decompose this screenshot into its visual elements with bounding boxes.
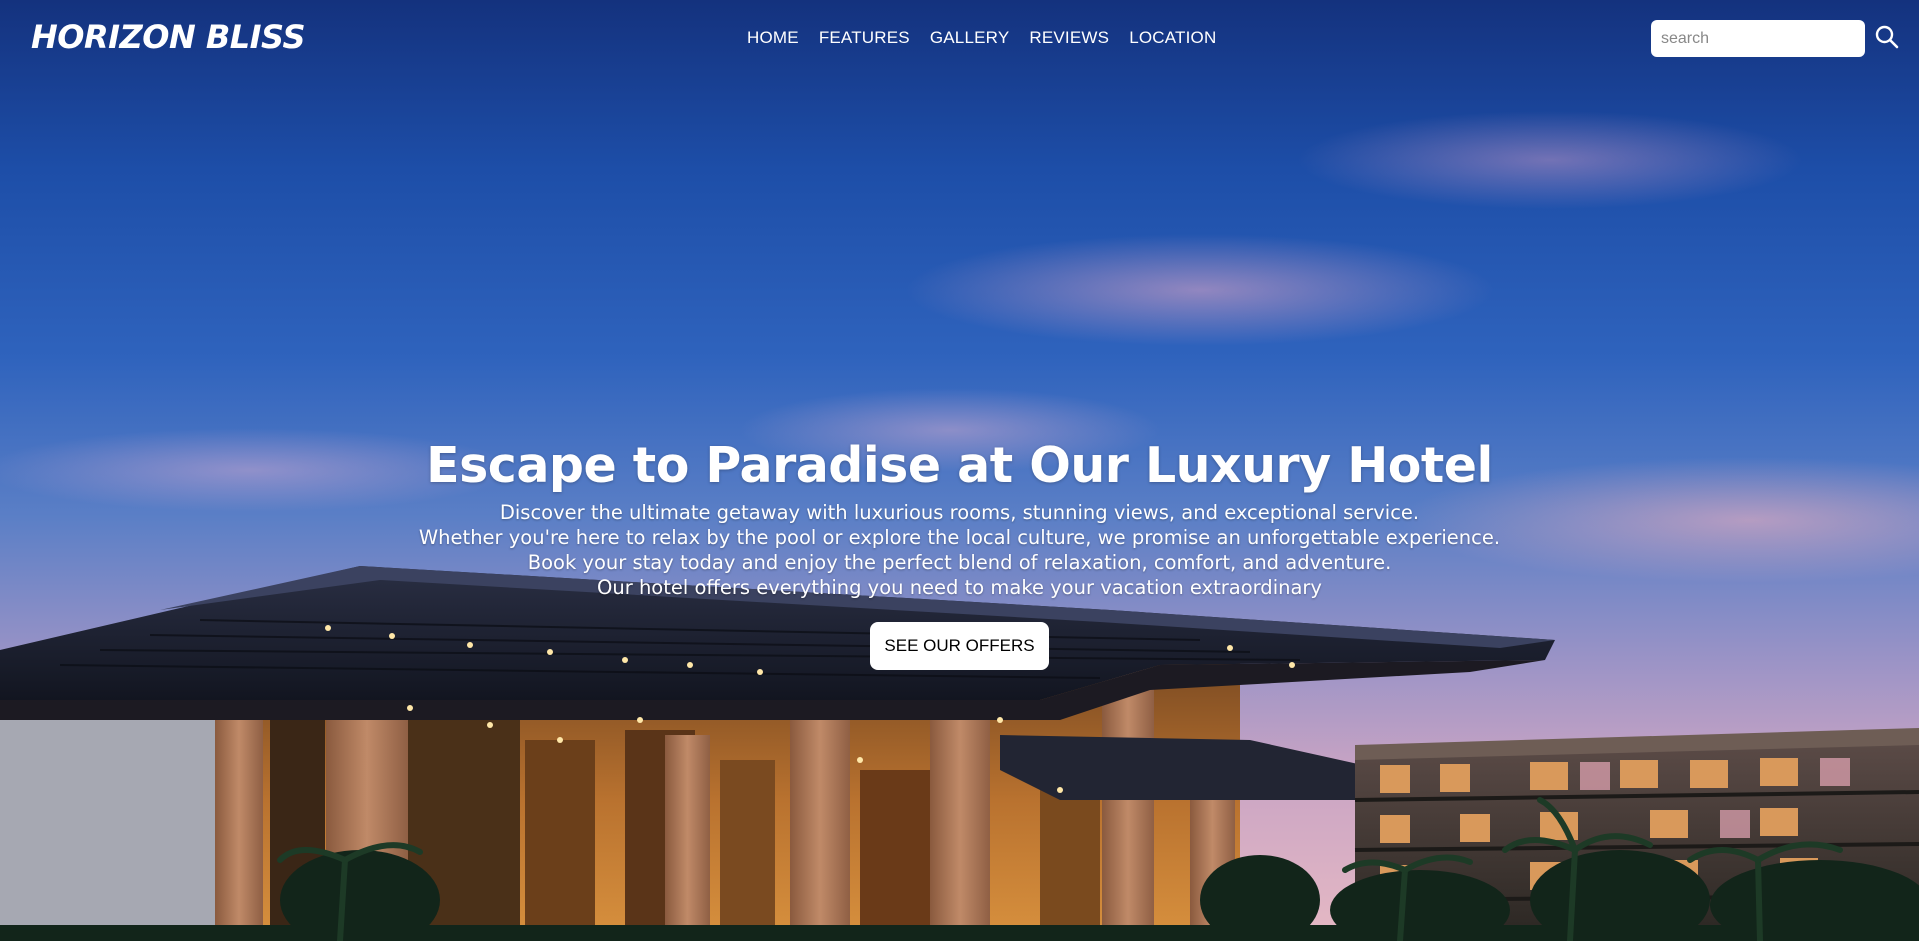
nav-location[interactable]: LOCATION: [1129, 28, 1216, 48]
see-offers-button[interactable]: SEE OUR OFFERS: [870, 622, 1049, 670]
nav-reviews[interactable]: REVIEWS: [1029, 28, 1109, 48]
hero-content: Escape to Paradise at Our Luxury Hotel D…: [0, 436, 1919, 670]
hero-line-3: Book your stay today and enjoy the perfe…: [527, 551, 1392, 574]
hero-description: Discover the ultimate getaway with luxur…: [0, 500, 1919, 600]
nav-home[interactable]: HOME: [747, 28, 799, 48]
search-input[interactable]: [1651, 20, 1865, 57]
hero-line-2: Whether you're here to relax by the pool…: [418, 526, 1501, 549]
hero-title: Escape to Paradise at Our Luxury Hotel: [426, 437, 1493, 494]
hero-line-1: Discover the ultimate getaway with luxur…: [499, 501, 1420, 524]
top-navbar: HORIZON BLISS HOME FEATURES GALLERY REVI…: [0, 0, 1919, 78]
search-icon[interactable]: [1874, 24, 1900, 50]
main-menu: HOME FEATURES GALLERY REVIEWS LOCATION: [747, 28, 1216, 48]
hero-section: HORIZON BLISS HOME FEATURES GALLERY REVI…: [0, 0, 1919, 941]
hero-line-4: Our hotel offers everything you need to …: [597, 576, 1322, 599]
nav-gallery[interactable]: GALLERY: [930, 28, 1010, 48]
nav-features[interactable]: FEATURES: [819, 28, 910, 48]
brand-logo[interactable]: HORIZON BLISS: [31, 18, 306, 56]
